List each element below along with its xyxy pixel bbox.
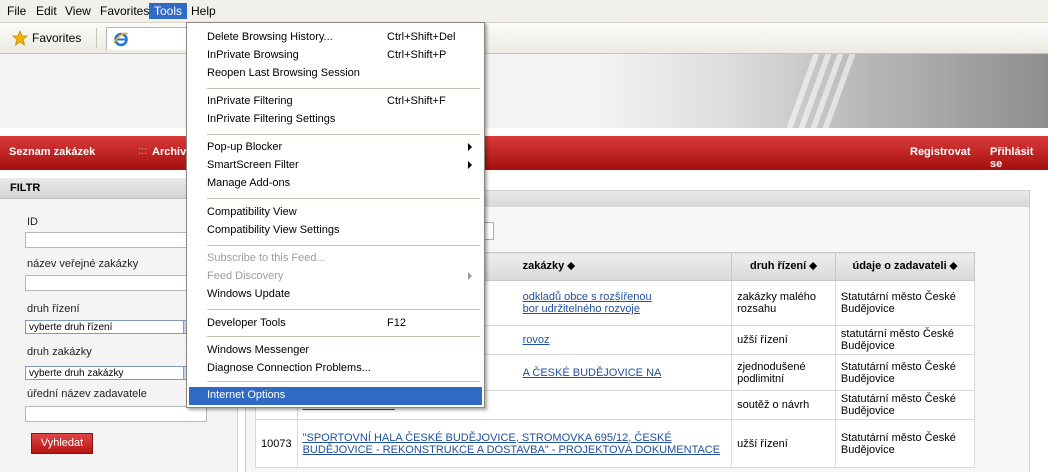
menu-separator bbox=[207, 245, 480, 246]
id-label: ID bbox=[27, 216, 38, 228]
site-navigation-bar: Seznam zakázek ::: Archiv z Registrovat … bbox=[0, 136, 1048, 170]
tools-menu-dropdown: Delete Browsing History... Ctrl+Shift+De… bbox=[186, 22, 485, 408]
menu-separator bbox=[207, 309, 480, 310]
shortcut-label: Ctrl+Shift+F bbox=[387, 95, 446, 107]
contracting-cell: Statutární město České Budějovice bbox=[834, 354, 976, 391]
favorites-bar: Favorites bbox=[0, 23, 1048, 54]
header-graphic bbox=[600, 54, 1048, 128]
column-header-procedure[interactable]: druh řízení ⬥ bbox=[731, 252, 836, 281]
menu-edit[interactable]: Edit bbox=[31, 3, 62, 19]
contracting-cell: statutární město České Budějovice bbox=[834, 325, 976, 355]
site-header-banner bbox=[0, 54, 1048, 128]
contract-link[interactable]: "SPORTOVNÍ HALA ČESKÉ BUDĚJOVICE, STROMO… bbox=[303, 432, 721, 456]
search-button[interactable]: Vyhledat bbox=[31, 433, 93, 454]
procedure-type-label: druh řízení bbox=[27, 303, 80, 315]
menu-favorites[interactable]: Favorites bbox=[95, 3, 154, 19]
menu-item-subscribe-feed: Subscribe to this Feed... bbox=[207, 252, 326, 264]
menu-separator bbox=[207, 88, 480, 89]
column-header-contracting[interactable]: údaje o zadavateli ⬥ bbox=[834, 252, 976, 281]
shortcut-label: Ctrl+Shift+P bbox=[387, 49, 447, 61]
menu-bar: File Edit View Favorites Tools Help bbox=[0, 0, 1048, 23]
menu-help[interactable]: Help bbox=[186, 3, 221, 19]
contracting-authority-input[interactable] bbox=[25, 406, 207, 422]
menu-separator bbox=[207, 381, 480, 382]
submenu-arrow-icon bbox=[468, 161, 472, 169]
shortcut-label: F12 bbox=[387, 317, 406, 329]
id-input[interactable] bbox=[25, 232, 207, 248]
row-id: 10073 bbox=[255, 419, 298, 468]
menu-item-compatibility-view[interactable]: Compatibility View bbox=[189, 204, 482, 222]
menu-tools[interactable]: Tools bbox=[149, 3, 188, 19]
contracting-cell: Statutární město České Budějovice bbox=[834, 390, 976, 420]
contract-name-input[interactable] bbox=[25, 275, 207, 291]
internet-explorer-icon bbox=[113, 31, 129, 47]
submenu-arrow-icon bbox=[468, 143, 472, 151]
contracting-cell: Statutární město České Budějovice bbox=[834, 280, 976, 326]
menu-item-windows-update[interactable]: Windows Update bbox=[189, 286, 482, 304]
shortcut-label: Ctrl+Shift+Del bbox=[387, 31, 456, 43]
browser-tab[interactable] bbox=[106, 27, 188, 50]
procedure-cell: zjednodušené podlimitní bbox=[731, 354, 836, 391]
filter-title: FILTR bbox=[10, 182, 41, 194]
nav-login[interactable]: Přihlásit se bbox=[990, 146, 1048, 170]
menu-file[interactable]: File bbox=[2, 3, 31, 19]
contract-type-label: druh zakázky bbox=[27, 346, 92, 358]
menu-view[interactable]: View bbox=[60, 3, 96, 19]
menu-item-smartscreen-filter[interactable]: SmartScreen Filter bbox=[189, 157, 482, 175]
menu-item-inprivate-filtering-settings[interactable]: InPrivate Filtering Settings bbox=[189, 111, 482, 129]
menu-item-internet-options[interactable]: Internet Options bbox=[189, 387, 482, 405]
submenu-arrow-icon bbox=[468, 272, 472, 280]
procedure-type-select[interactable]: vyberte druh řízení bbox=[25, 320, 195, 334]
menu-item-developer-tools[interactable]: Developer Tools F12 bbox=[189, 315, 482, 333]
contract-link[interactable]: rovoz bbox=[523, 334, 550, 346]
menu-separator bbox=[207, 134, 480, 135]
procedure-cell: užší řízení bbox=[731, 325, 836, 355]
contract-link[interactable]: odkladů obce s rozšířenou bor udržitelné… bbox=[523, 291, 652, 315]
menu-item-manage-addons[interactable]: Manage Add-ons bbox=[189, 175, 482, 193]
menu-item-diagnose-connection[interactable]: Diagnose Connection Problems... bbox=[189, 360, 482, 378]
menu-item-reopen-last-session[interactable]: Reopen Last Browsing Session bbox=[189, 65, 482, 83]
menu-item-windows-messenger[interactable]: Windows Messenger bbox=[189, 342, 482, 360]
favorites-button-label[interactable]: Favorites bbox=[32, 31, 81, 45]
toolbar-divider bbox=[96, 28, 97, 48]
procedure-type-value: vyberte druh řízení bbox=[29, 322, 113, 333]
procedure-cell: užší řízení bbox=[731, 419, 836, 468]
menu-item-inprivate-browsing[interactable]: InPrivate Browsing Ctrl+Shift+P bbox=[189, 47, 482, 65]
contracting-authority-label: úřední název zadavatele bbox=[27, 388, 147, 400]
menu-separator bbox=[207, 336, 480, 337]
nav-register[interactable]: Registrovat bbox=[910, 146, 971, 158]
nav-contract-list[interactable]: Seznam zakázek bbox=[9, 146, 95, 158]
menu-item-feed-discovery: Feed Discovery bbox=[189, 268, 482, 286]
contract-link[interactable]: A ČESKÉ BUDĚJOVICE NA bbox=[523, 367, 662, 379]
menu-item-delete-browsing-history[interactable]: Delete Browsing History... Ctrl+Shift+De… bbox=[189, 29, 482, 47]
contract-type-value: vyberte druh zakázky bbox=[29, 368, 124, 379]
menu-item-inprivate-filtering[interactable]: InPrivate Filtering Ctrl+Shift+F bbox=[189, 93, 482, 111]
table-row: 10073 "SPORTOVNÍ HALA ČESKÉ BUDĚJOVICE, … bbox=[255, 419, 976, 468]
menu-separator bbox=[207, 198, 480, 199]
menu-item-compatibility-view-settings[interactable]: Compatibility View Settings bbox=[189, 222, 482, 240]
procedure-cell: soutěž o návrh bbox=[731, 390, 836, 420]
contract-name-label: název veřejné zakázky bbox=[27, 258, 139, 270]
contracting-cell: Statutární město České Budějovice bbox=[834, 419, 976, 468]
nav-separator: ::: bbox=[138, 145, 148, 157]
procedure-cell: zakázky malého rozsahu bbox=[731, 280, 836, 326]
menu-item-popup-blocker[interactable]: Pop-up Blocker bbox=[189, 139, 482, 157]
favorites-star-icon[interactable] bbox=[11, 29, 29, 46]
contract-type-select[interactable]: vyberte druh zakázky bbox=[25, 366, 195, 380]
